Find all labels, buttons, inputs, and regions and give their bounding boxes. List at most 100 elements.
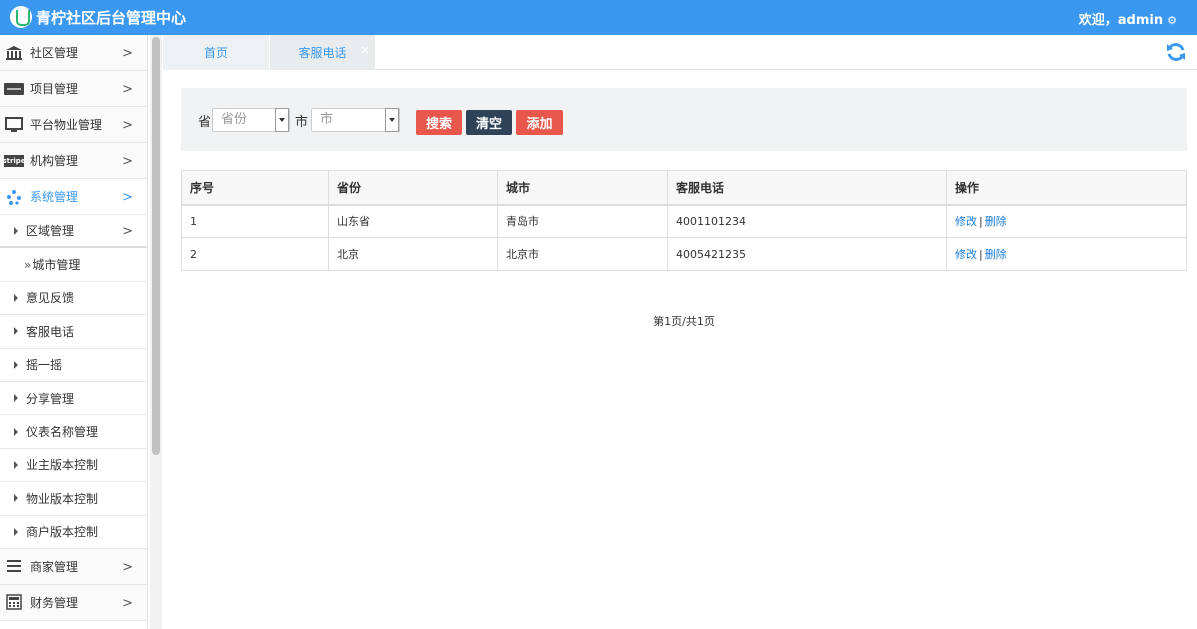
sidebar-subitem-share[interactable]: 分享管理 bbox=[0, 381, 147, 416]
sidebar-subitem-label: 业主版本控制 bbox=[26, 458, 99, 473]
cell-province: 山东省 bbox=[328, 204, 498, 238]
sidebar-subitem-property-version[interactable]: 物业版本控制 bbox=[0, 482, 147, 516]
clear-button[interactable]: 清空 bbox=[466, 110, 512, 135]
sidebar-item-label: 项目管理 bbox=[30, 82, 79, 96]
column-header: 操作 bbox=[946, 170, 1187, 206]
cell-phone: 4005421235 bbox=[667, 237, 947, 271]
chevron-right-icon: > bbox=[122, 595, 133, 611]
sidebar-item-project[interactable]: 项目管理 > bbox=[0, 71, 147, 107]
cell-actions: 修改 | 删除 bbox=[946, 204, 1187, 238]
sidebar-item-property[interactable]: 平台物业管理 > bbox=[0, 107, 147, 143]
column-header: 序号 bbox=[181, 170, 329, 206]
sidebar-item-label: 系统管理 bbox=[30, 190, 79, 204]
tab-home[interactable]: 首页 bbox=[163, 35, 269, 70]
cell-city: 青岛市 bbox=[497, 204, 668, 238]
chevron-right-icon: > bbox=[122, 190, 133, 205]
sidebar-subitem-label: 仪表名称管理 bbox=[26, 425, 99, 440]
sidebar-subitem-label: 城市管理 bbox=[32, 258, 81, 273]
tab-label: 客服电话 bbox=[298, 46, 347, 60]
caret-right-icon bbox=[14, 360, 18, 369]
sidebar-subitem-merchant-version[interactable]: 商户版本控制 bbox=[0, 515, 147, 549]
sidebar-subitem-label: 商户版本控制 bbox=[26, 525, 99, 540]
stripe-icon: stripe bbox=[2, 154, 26, 167]
discover-card-icon bbox=[4, 81, 24, 97]
sidebar-item-label: 机构管理 bbox=[30, 154, 79, 168]
sidebar-item-finance[interactable]: 财务管理 > bbox=[0, 584, 147, 621]
edit-link[interactable]: 修改 bbox=[955, 215, 977, 228]
double-chevron-icon: » bbox=[24, 257, 32, 272]
edit-link[interactable]: 修改 bbox=[955, 248, 977, 261]
city-placeholder: 市 bbox=[320, 112, 334, 127]
sidebar-subitem-label: 分享管理 bbox=[26, 391, 75, 406]
caret-right-icon bbox=[14, 494, 18, 503]
sidebar-subitem-label: 客服电话 bbox=[26, 324, 75, 339]
chevron-down-icon[interactable] bbox=[385, 108, 399, 132]
welcome-user[interactable]: 欢迎，admin ⚙ bbox=[1079, 9, 1177, 28]
chevron-right-icon: > bbox=[122, 154, 133, 169]
city-select[interactable]: 市 bbox=[311, 108, 400, 132]
caret-right-icon bbox=[14, 226, 18, 235]
sidebar-subitem-feedback[interactable]: 意见反馈 bbox=[0, 281, 147, 316]
province-select[interactable]: 省份 bbox=[212, 108, 290, 132]
cell-no: 1 bbox=[181, 204, 329, 238]
bank-icon bbox=[4, 45, 24, 61]
delete-link[interactable]: 删除 bbox=[985, 215, 1007, 228]
sidebar-subitem-city[interactable]: » 城市管理 bbox=[0, 248, 147, 282]
sidebar-subitem-label: 区域管理 bbox=[26, 224, 75, 239]
tab-bar: 首页 客服电话 × bbox=[163, 35, 1197, 70]
sidebar-item-label: 财务管理 bbox=[30, 595, 79, 610]
search-panel: 省 省份 市 市 搜索 清空 添加 bbox=[181, 88, 1187, 151]
bars-icon bbox=[4, 558, 24, 574]
cell-phone: 4001101234 bbox=[667, 204, 947, 238]
top-header: 青柠社区后台管理中心 欢迎，admin ⚙ bbox=[0, 0, 1197, 35]
action-separator: | bbox=[979, 215, 983, 229]
hotline-table: 序号 省份 城市 客服电话 操作 1 山东省 青岛市 4001101234 修改… bbox=[181, 170, 1187, 271]
refresh-icon[interactable] bbox=[1165, 41, 1187, 63]
chevron-right-icon: > bbox=[122, 46, 133, 61]
province-placeholder: 省份 bbox=[221, 112, 248, 127]
caret-right-icon bbox=[14, 394, 18, 403]
cell-city: 北京市 bbox=[497, 237, 668, 271]
sidebar-item-system[interactable]: 系统管理 > bbox=[0, 179, 147, 215]
chevron-right-icon: > bbox=[122, 224, 133, 239]
sidebar-subitem-label: 意见反馈 bbox=[26, 291, 75, 306]
tab-customer-hotline[interactable]: 客服电话 × bbox=[269, 35, 375, 70]
caret-right-icon bbox=[14, 460, 18, 469]
chevron-right-icon: > bbox=[122, 559, 133, 575]
sidebar-subitem-hotline[interactable]: 客服电话 bbox=[0, 315, 147, 349]
column-header: 省份 bbox=[328, 170, 498, 206]
caret-right-icon bbox=[14, 527, 18, 536]
sidebar-subitem-owner-version[interactable]: 业主版本控制 bbox=[0, 448, 147, 483]
sidebar: 社区管理 > 项目管理 > 平台物业管理 > stripe 机构管理 > 系统管… bbox=[0, 35, 148, 629]
app-title: 青柠社区后台管理中心 bbox=[36, 9, 187, 27]
action-separator: | bbox=[979, 248, 983, 261]
gear-icon[interactable]: ⚙ bbox=[1167, 14, 1177, 27]
sidebar-subitem-region[interactable]: 区域管理 > bbox=[0, 215, 147, 249]
add-button[interactable]: 添加 bbox=[516, 110, 563, 135]
cell-no: 2 bbox=[181, 237, 329, 271]
search-button[interactable]: 搜索 bbox=[416, 110, 462, 135]
table-row: 1 山东省 青岛市 4001101234 修改 | 删除 bbox=[181, 204, 1187, 238]
sidebar-item-community[interactable]: 社区管理 > bbox=[0, 35, 147, 71]
sidebar-item-label: 社区管理 bbox=[30, 46, 79, 60]
yelp-icon bbox=[4, 189, 24, 205]
sidebar-subitem-meter[interactable]: 仪表名称管理 bbox=[0, 415, 147, 449]
delete-link[interactable]: 删除 bbox=[985, 248, 1007, 261]
sidebar-subitem-shake[interactable]: 摇一摇 bbox=[0, 348, 147, 382]
caret-right-icon bbox=[14, 427, 18, 436]
sidebar-item-organization[interactable]: stripe 机构管理 > bbox=[0, 143, 147, 179]
chevron-down-icon[interactable] bbox=[275, 108, 289, 132]
calculator-icon bbox=[4, 594, 24, 611]
sidebar-item-merchant[interactable]: 商家管理 > bbox=[0, 548, 147, 585]
column-header: 客服电话 bbox=[667, 170, 947, 206]
sidebar-subitem-label: 物业版本控制 bbox=[26, 491, 99, 506]
city-label: 市 bbox=[295, 115, 309, 130]
tab-label: 首页 bbox=[203, 46, 228, 60]
pagination-info: 第1页/共1页 bbox=[653, 315, 715, 328]
close-icon[interactable]: × bbox=[360, 43, 370, 57]
table-header-row: 序号 省份 城市 客服电话 操作 bbox=[181, 170, 1187, 206]
chevron-right-icon: > bbox=[122, 82, 133, 97]
sidebar-subitem-label: 摇一摇 bbox=[26, 358, 63, 373]
column-header: 城市 bbox=[497, 170, 668, 206]
sidebar-scrollbar-thumb[interactable] bbox=[152, 37, 160, 455]
